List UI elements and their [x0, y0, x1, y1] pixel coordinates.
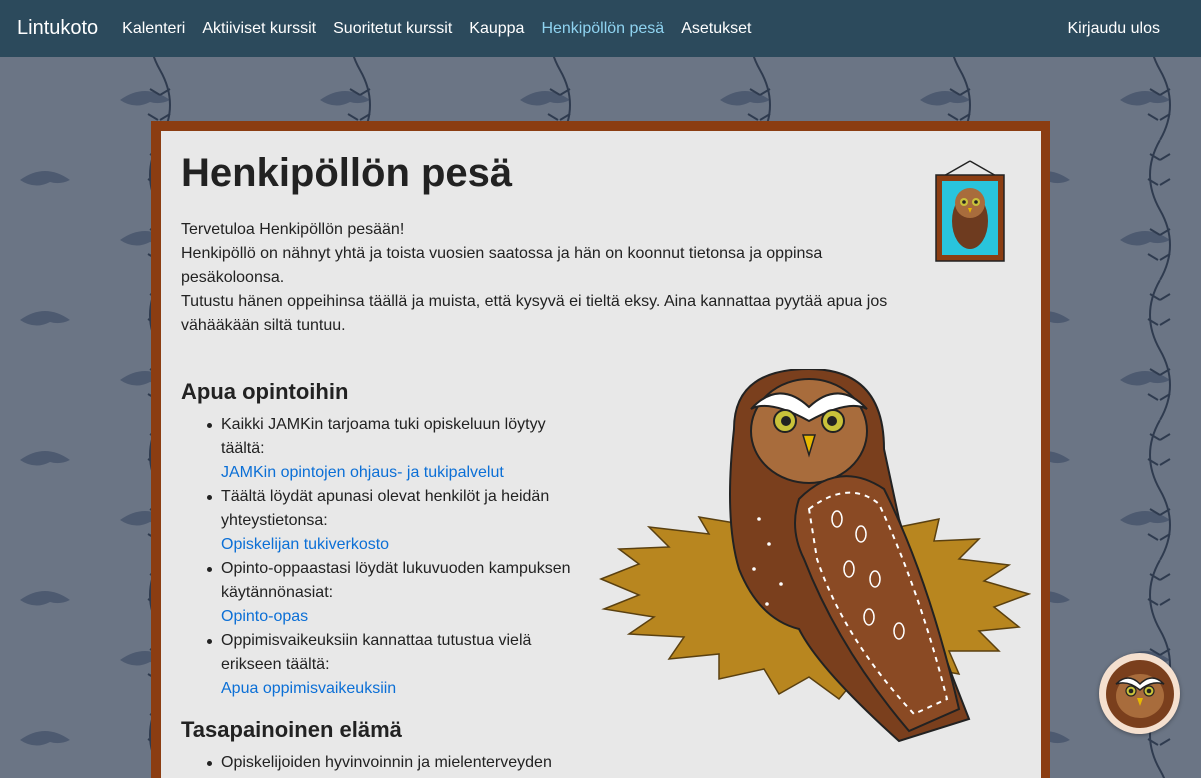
list-item: Opinto-oppaastasi löydät lukuvuoden kamp…: [201, 557, 571, 629]
list-item: Täältä löydät apunasi olevat henkilöt ja…: [201, 485, 571, 557]
intro-text: Tervetuloa Henkipöllön pesään! Henkipöll…: [181, 218, 901, 338]
intro-line-2: Henkipöllö on nähnyt yhtä ja toista vuos…: [181, 245, 823, 286]
nav-link-henkipollon-pesa[interactable]: Henkipöllön pesä: [541, 20, 664, 38]
link-jamk-ohjaus[interactable]: JAMKin opintojen ohjaus- ja tukipalvelut: [221, 461, 571, 485]
nav-link-kauppa[interactable]: Kauppa: [469, 20, 524, 38]
logout-link[interactable]: Kirjaudu ulos: [1068, 20, 1161, 38]
owl-portrait-icon: [935, 160, 1005, 262]
nav-link-aktiiviset-kurssit[interactable]: Aktiiviset kurssit: [202, 20, 316, 38]
owl-mascot-icon: [599, 369, 1031, 743]
section-heading-tasapainoinen-elama: Tasapainoinen elämä: [181, 717, 402, 742]
nav-link-kalenteri[interactable]: Kalenteri: [122, 20, 185, 38]
study-help-list: Kaikki JAMKin tarjoama tuki opiskeluun l…: [201, 413, 571, 701]
section-heading-apua-opintoihin: Apua opintoihin: [181, 379, 349, 404]
owl-avatar-button[interactable]: [1099, 653, 1180, 734]
list-item-text: Täältä löydät apunasi olevat henkilöt ja…: [221, 488, 550, 529]
link-tukiverkosto[interactable]: Opiskelijan tukiverkosto: [221, 533, 571, 557]
content-panel: Henkipöllön pesä Tervetuloa Henkipöllön …: [161, 131, 1041, 778]
intro-line-1: Tervetuloa Henkipöllön pesään!: [181, 221, 405, 238]
link-opinto-opas[interactable]: Opinto-opas: [221, 605, 571, 629]
list-item: Kaikki JAMKin tarjoama tuki opiskeluun l…: [201, 413, 571, 485]
page-title: Henkipöllön pesä: [181, 151, 513, 195]
wellbeing-list: Opiskelijoiden hyvinvoinnin ja mielenter…: [201, 751, 571, 775]
top-navbar: Lintukoto Kalenteri Aktiiviset kurssit S…: [0, 0, 1201, 57]
nav-link-asetukset[interactable]: Asetukset: [681, 20, 751, 38]
list-item: Opiskelijoiden hyvinvoinnin ja mielenter…: [201, 751, 571, 775]
nav-link-suoritetut-kurssit[interactable]: Suoritetut kurssit: [333, 20, 452, 38]
brand-link[interactable]: Lintukoto: [17, 17, 98, 40]
link-oppimisvaikeudet[interactable]: Apua oppimisvaikeuksiin: [221, 677, 571, 701]
list-item: Oppimisvaikeuksiin kannattaa tutustua vi…: [201, 629, 571, 701]
list-item-text: Opinto-oppaastasi löydät lukuvuoden kamp…: [221, 560, 571, 601]
list-item-text: Kaikki JAMKin tarjoama tuki opiskeluun l…: [221, 416, 546, 457]
owl-avatar-icon: [1105, 659, 1174, 728]
list-item-text: Oppimisvaikeuksiin kannattaa tutustua vi…: [221, 632, 532, 673]
intro-line-3: Tutustu hänen oppeihinsa täällä ja muist…: [181, 293, 888, 334]
list-item-text: Opiskelijoiden hyvinvoinnin ja mielenter…: [221, 754, 552, 771]
